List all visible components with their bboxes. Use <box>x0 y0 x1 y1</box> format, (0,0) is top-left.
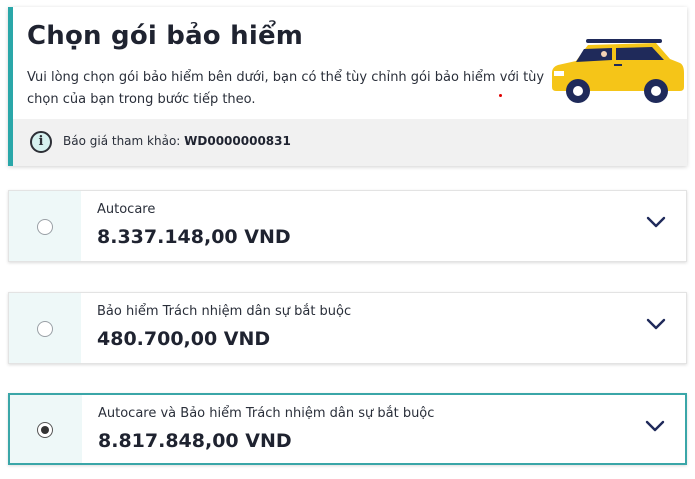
package-name: Bảo hiểm Trách nhiệm dân sự bắt buộc <box>97 304 352 319</box>
package-name: Autocare <box>97 202 156 217</box>
quote-code: WD0000000831 <box>184 134 291 148</box>
quote-label: Báo giá tham khảo: <box>63 134 181 148</box>
red-dot-marker <box>499 94 502 97</box>
package-name: Autocare và Bảo hiểm Trách nhiệm dân sự … <box>98 406 435 421</box>
quote-reference-bar: i Báo giá tham khảo: WD0000000831 <box>13 119 687 166</box>
chevron-down-icon[interactable] <box>646 317 666 331</box>
insurance-header-card: Chọn gói bảo hiểm Vui lòng chọn gói bảo … <box>8 7 687 166</box>
chevron-down-icon[interactable] <box>646 215 666 229</box>
radio-cell <box>10 395 82 463</box>
yellow-car-icon <box>552 39 684 103</box>
package-price: 8.817.848,00 VND <box>98 430 292 452</box>
chevron-down-icon[interactable] <box>645 419 665 433</box>
package-option-tnds[interactable]: Bảo hiểm Trách nhiệm dân sự bắt buộc 480… <box>8 292 687 364</box>
package-price: 480.700,00 VND <box>97 328 271 350</box>
package-price: 8.337.148,00 VND <box>97 226 291 248</box>
package-option-autocare[interactable]: Autocare 8.337.148,00 VND <box>8 190 687 262</box>
info-icon: i <box>30 131 52 153</box>
page-description: Vui lòng chọn gói bảo hiểm bên dưới, bạn… <box>27 70 545 107</box>
quote-reference: Báo giá tham khảo: WD0000000831 <box>63 134 291 148</box>
page-title: Chọn gói bảo hiểm <box>27 21 304 51</box>
radio-cell <box>9 191 81 261</box>
radio-cell <box>9 293 81 363</box>
radio-button[interactable] <box>37 219 53 235</box>
radio-button-selected[interactable] <box>37 422 53 438</box>
package-option-combined[interactable]: Autocare và Bảo hiểm Trách nhiệm dân sự … <box>8 393 687 465</box>
radio-button[interactable] <box>37 321 53 337</box>
